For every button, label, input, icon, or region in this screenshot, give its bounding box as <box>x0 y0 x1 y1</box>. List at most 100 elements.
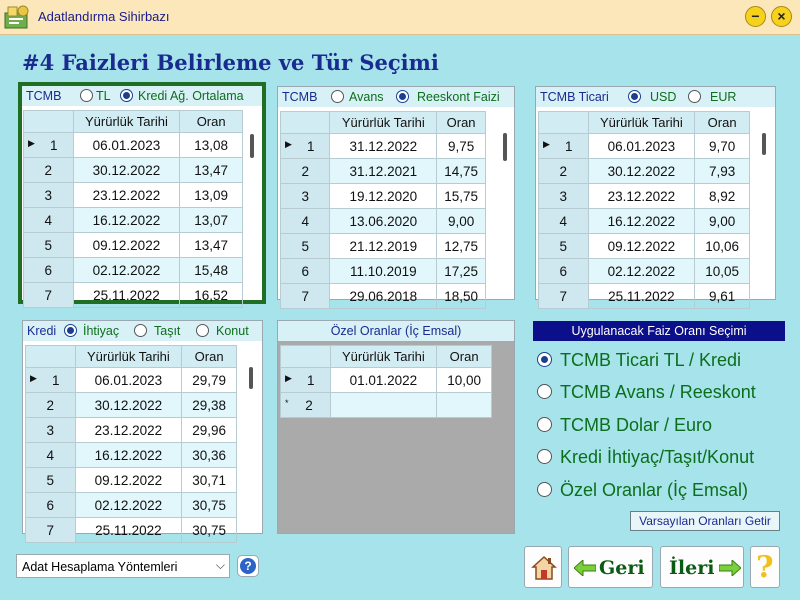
table-row[interactable]: 5 21.12.2019 12,75 <box>279 233 486 259</box>
table-row[interactable]: 2 30.12.2022 13,47 <box>23 157 243 183</box>
date-cell[interactable]: 16.12.2022 <box>74 442 183 468</box>
row-number[interactable]: 7 <box>279 283 331 309</box>
column-header-date[interactable]: Yürürlük Tarihi <box>74 345 183 368</box>
rate-cell[interactable]: 29,79 <box>181 367 237 393</box>
rate-cell[interactable]: 30,36 <box>181 442 237 468</box>
table-row[interactable]: ▶ 1 06.01.2023 13,08 <box>23 132 243 158</box>
rate-cell[interactable]: 12,75 <box>436 233 486 259</box>
scrollbar-thumb[interactable] <box>250 134 254 158</box>
table-row[interactable]: ▶ 1 06.01.2023 29,79 <box>25 367 237 393</box>
date-cell[interactable]: 30.12.2022 <box>74 392 183 418</box>
row-number[interactable]: 6 <box>538 258 589 284</box>
rate-cell[interactable]: 9,70 <box>694 133 750 159</box>
date-cell[interactable]: 02.12.2022 <box>587 258 696 284</box>
rate-cell[interactable]: 9,00 <box>694 208 750 234</box>
date-cell[interactable] <box>329 392 438 418</box>
radio-option[interactable] <box>537 417 552 432</box>
row-number[interactable]: 2 <box>25 392 76 418</box>
date-cell[interactable]: 09.12.2022 <box>72 232 181 258</box>
radio-ihtiyac[interactable] <box>64 324 77 337</box>
table-row[interactable]: 5 09.12.2022 10,06 <box>538 233 750 259</box>
date-cell[interactable]: 29.06.2018 <box>329 283 438 309</box>
row-number[interactable]: 4 <box>25 442 76 468</box>
rate-cell[interactable]: 13,07 <box>179 207 243 233</box>
rate-cell[interactable]: 9,75 <box>436 133 486 159</box>
new-table-row[interactable]: * 2 <box>280 392 492 418</box>
row-number[interactable]: 2 <box>279 158 331 184</box>
rate-cell[interactable]: 30,71 <box>181 467 237 493</box>
date-cell[interactable]: 31.12.2022 <box>329 133 438 159</box>
row-number[interactable]: 5 <box>279 233 331 259</box>
date-cell[interactable]: 16.12.2022 <box>587 208 696 234</box>
back-button[interactable]: Geri <box>568 546 653 588</box>
row-number[interactable]: ▶ 1 <box>279 133 331 159</box>
rate-cell[interactable]: 13,47 <box>179 157 243 183</box>
date-cell[interactable]: 19.12.2020 <box>329 183 438 209</box>
table-row[interactable]: 5 09.12.2022 13,47 <box>23 232 243 258</box>
row-number[interactable]: ▶ 1 <box>23 132 74 158</box>
rate-cell[interactable]: 29,96 <box>181 417 237 443</box>
date-cell[interactable]: 21.12.2019 <box>329 233 438 259</box>
date-cell[interactable]: 23.12.2022 <box>587 183 696 209</box>
date-cell[interactable]: 30.12.2022 <box>587 158 696 184</box>
column-header-rate[interactable]: Oran <box>694 111 750 134</box>
row-number[interactable]: 3 <box>279 183 331 209</box>
table-row[interactable]: 2 30.12.2022 7,93 <box>538 158 750 184</box>
option-tcmb-avans[interactable]: TCMB Avans / Reeskont <box>537 382 756 403</box>
option-tcmb-dolar[interactable]: TCMB Dolar / Euro <box>537 415 712 436</box>
date-cell[interactable]: 25.11.2022 <box>587 283 696 309</box>
date-cell[interactable]: 23.12.2022 <box>72 182 181 208</box>
table-row[interactable]: 6 02.12.2022 10,05 <box>538 258 750 284</box>
rate-cell[interactable]: 15,48 <box>179 257 243 283</box>
rate-cell[interactable]: 10,06 <box>694 233 750 259</box>
rate-cell[interactable]: 8,92 <box>694 183 750 209</box>
row-number[interactable]: 3 <box>538 183 589 209</box>
row-number[interactable]: 3 <box>23 182 74 208</box>
row-number[interactable]: 6 <box>23 257 74 283</box>
rate-cell[interactable]: 10,00 <box>436 367 492 393</box>
column-header-rate[interactable]: Oran <box>179 110 243 133</box>
table-row[interactable]: 6 02.12.2022 15,48 <box>23 257 243 283</box>
row-number[interactable]: 2 <box>23 157 74 183</box>
option-tcmb-ticari[interactable]: TCMB Ticari TL / Kredi <box>537 350 741 371</box>
radio-reeskont[interactable] <box>396 90 409 103</box>
radio-kredi-ortalama[interactable] <box>120 89 133 102</box>
radio-tasit[interactable] <box>134 324 147 337</box>
table-row[interactable]: 5 09.12.2022 30,71 <box>25 467 237 493</box>
info-button[interactable]: ? <box>237 555 259 577</box>
help-button[interactable]: ? <box>750 546 780 588</box>
row-number[interactable]: 7 <box>23 282 74 308</box>
radio-eur[interactable] <box>688 90 701 103</box>
table-row[interactable]: 7 25.11.2022 16,52 <box>23 282 243 308</box>
row-number[interactable]: 6 <box>279 258 331 284</box>
column-header-rate[interactable]: Oran <box>181 345 237 368</box>
row-number[interactable]: 7 <box>25 517 76 543</box>
rate-cell[interactable]: 13,09 <box>179 182 243 208</box>
close-button[interactable]: × <box>771 6 792 27</box>
home-button[interactable] <box>524 546 562 588</box>
column-header-rate[interactable]: Oran <box>436 345 492 368</box>
table-row[interactable]: 3 19.12.2020 15,75 <box>279 183 486 209</box>
date-cell[interactable]: 09.12.2022 <box>74 467 183 493</box>
table-row[interactable]: ▶ 1 01.01.2022 10,00 <box>280 367 492 393</box>
column-header-date[interactable]: Yürürlük Tarihi <box>329 345 438 368</box>
scrollbar-thumb[interactable] <box>503 133 507 161</box>
option-ozel-oranlar[interactable]: Özel Oranlar (İç Emsal) <box>537 480 748 501</box>
rate-cell[interactable]: 13,47 <box>179 232 243 258</box>
column-header-date[interactable]: Yürürlük Tarihi <box>329 111 438 134</box>
table-row[interactable]: 3 23.12.2022 29,96 <box>25 417 237 443</box>
date-cell[interactable]: 25.11.2022 <box>74 517 183 543</box>
row-number[interactable]: ▶ 1 <box>538 133 589 159</box>
rate-cell[interactable]: 13,08 <box>179 132 243 158</box>
table-row[interactable]: 4 16.12.2022 9,00 <box>538 208 750 234</box>
minimize-button[interactable]: − <box>745 6 766 27</box>
rate-cell[interactable]: 17,25 <box>436 258 486 284</box>
date-cell[interactable]: 06.01.2023 <box>587 133 696 159</box>
row-number[interactable]: ▶ 1 <box>25 367 76 393</box>
rate-cell[interactable] <box>436 392 492 418</box>
row-number[interactable]: ▶ 1 <box>280 367 331 393</box>
table-row[interactable]: ▶ 1 31.12.2022 9,75 <box>279 133 486 159</box>
rate-cell[interactable]: 18,50 <box>436 283 486 309</box>
table-row[interactable]: 3 23.12.2022 8,92 <box>538 183 750 209</box>
table-row[interactable]: 7 25.11.2022 9,61 <box>538 283 750 309</box>
